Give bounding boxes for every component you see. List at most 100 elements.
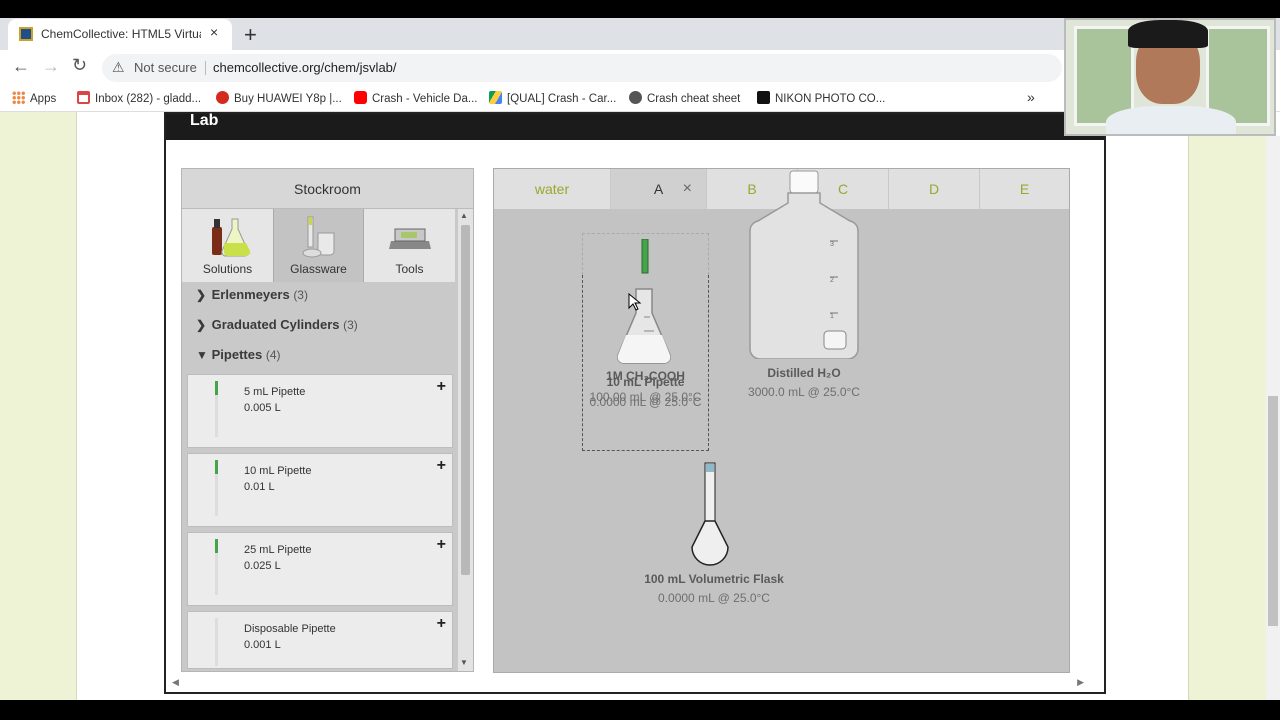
add-item-button[interactable]: + [437, 378, 446, 396]
item-name: Disposable Pipette [244, 623, 336, 635]
carboy-scale-1: 1 [830, 313, 834, 320]
divider [205, 61, 206, 75]
browser-tab[interactable]: ChemCollective: HTML5 Virtual L × [8, 19, 232, 50]
person-hair [1128, 20, 1208, 48]
reload-icon[interactable]: ↻ [72, 55, 87, 76]
lab-menubar: Lab [166, 112, 1104, 140]
horizontal-scrollbar[interactable]: ◀ ▶ [172, 675, 1084, 691]
carboy-detail: 3000.0 mL @ 25.0°C [748, 385, 860, 399]
category-name: Pipettes [211, 347, 263, 362]
bookmark-label: NIKON PHOTO CO... [775, 93, 886, 105]
add-item-button[interactable]: + [437, 536, 446, 554]
volumetric-flask-icon[interactable] [688, 461, 732, 569]
back-arrow-icon[interactable]: ← [12, 56, 30, 77]
bookmark-apps[interactable]: Apps [12, 91, 56, 105]
bookmark-label: Apps [30, 93, 57, 105]
volumetric-flask-label: 100 mL Volumetric Flask [644, 572, 784, 586]
tab-close-icon[interactable]: × [210, 24, 218, 40]
tab-label: A [653, 181, 664, 197]
tab-label: Tools [395, 262, 424, 276]
item-volume: 0.001 L [244, 639, 281, 651]
bookmark-crash-vehicle[interactable]: Crash - Vehicle Da... [354, 91, 477, 105]
bookmark-cheat-sheet[interactable]: Crash cheat sheet [629, 91, 740, 105]
item-name: 25 mL Pipette [244, 544, 312, 556]
stockroom-scrollbar-thumb[interactable] [461, 225, 470, 575]
bookmark-gmail[interactable]: Inbox (282) - gladd... [77, 91, 201, 105]
lab-logo: Lab [190, 112, 219, 129]
bookmark-qual-crash[interactable]: [QUAL] Crash - Car... [489, 91, 616, 105]
carboy-scale-3: 3 [830, 241, 834, 248]
item-volume: 0.01 L [244, 481, 275, 493]
forward-arrow-icon[interactable]: → [42, 56, 60, 77]
erlenmeyer-flask-icon[interactable] [614, 287, 674, 365]
tab-d[interactable]: D [889, 169, 980, 209]
carboy-label: Distilled H₂O [767, 366, 841, 380]
side-panel-right [1188, 136, 1268, 700]
pipette-icon [215, 381, 218, 437]
bookmark-label: [QUAL] Crash - Car... [507, 93, 617, 105]
not-secure-label[interactable]: Not secure [134, 60, 197, 75]
solutions-bottles-icon [212, 218, 251, 257]
tab-glassware[interactable]: Glassware [273, 209, 364, 282]
tab-a[interactable]: A × [611, 169, 707, 209]
list-item-disposable-pipette[interactable]: Disposable Pipette 0.001 L + [187, 611, 453, 669]
pipette-icon [215, 618, 218, 666]
page-scrollbar-thumb[interactable] [1268, 396, 1278, 626]
stockroom-title: Stockroom [182, 169, 473, 209]
category-graduated-cylinders[interactable]: ❯ Graduated Cylinders (3) [196, 317, 358, 332]
pipette-tip-icon[interactable] [638, 239, 652, 275]
tab-tools[interactable]: Tools [364, 209, 455, 282]
tab-label: Glassware [290, 262, 347, 276]
youtube-icon [354, 91, 367, 104]
nikon-icon [757, 91, 770, 104]
add-item-button[interactable]: + [437, 615, 446, 633]
item-name: 10 mL Pipette [244, 465, 312, 477]
workbench[interactable]: water A × B C D E 1M CH₃COOH 10 mL Pipet… [493, 168, 1070, 673]
list-item-25ml-pipette[interactable]: 25 mL Pipette 0.025 L + [187, 532, 453, 606]
google-drive-icon [489, 91, 502, 104]
pipette-icon [215, 539, 218, 595]
scroll-up-icon[interactable]: ▲ [460, 211, 468, 220]
chevron-right-icon: ❯ [196, 318, 207, 332]
bookmark-nikon[interactable]: NIKON PHOTO CO... [757, 91, 885, 105]
tab-close-icon[interactable]: × [683, 169, 692, 209]
glassware-icon [302, 216, 335, 258]
tab-label: Solutions [202, 262, 253, 276]
scroll-down-icon[interactable]: ▼ [460, 658, 468, 667]
gmail-icon [77, 91, 90, 104]
chevron-right-icon: ❯ [196, 288, 207, 302]
category-pipettes[interactable]: ▼ Pipettes (4) [196, 347, 281, 362]
bookmark-huawei[interactable]: Buy HUAWEI Y8p |... [216, 91, 342, 105]
category-erlenmeyers[interactable]: ❯ Erlenmeyers (3) [196, 287, 308, 302]
apps-grid-icon [12, 91, 25, 104]
chevron-down-icon: ▼ [196, 348, 208, 362]
volumetric-flask-detail: 0.0000 mL @ 25.0°C [658, 591, 770, 605]
pipette-label: 10 mL Pipette [606, 375, 685, 389]
virtual-lab: Lab Stockroom Solutions Glassware Tools … [164, 112, 1106, 694]
site-favicon-icon [19, 27, 33, 41]
new-tab-button[interactable]: + [244, 22, 257, 48]
page-scrollbar[interactable] [1266, 136, 1280, 700]
list-item-10ml-pipette[interactable]: 10 mL Pipette 0.01 L + [187, 453, 453, 527]
stockroom-panel: Stockroom Solutions Glassware Tools ▲ ▼ … [181, 168, 474, 672]
list-item-5ml-pipette[interactable]: 5 mL Pipette 0.005 L + [187, 374, 453, 448]
page-content: Lab Stockroom Solutions Glassware Tools … [0, 112, 1280, 700]
bookmark-label: Crash - Vehicle Da... [372, 93, 478, 105]
warning-icon[interactable]: ⚠ [112, 59, 125, 76]
bookmark-label: Crash cheat sheet [647, 93, 741, 105]
bookmark-label: Buy HUAWEI Y8p |... [234, 93, 342, 105]
address-bar[interactable]: ⚠ Not secure chemcollective.org/chem/jsv… [102, 54, 1062, 82]
tab-e[interactable]: E [980, 169, 1069, 209]
item-volume: 0.005 L [244, 402, 281, 414]
stockroom-scrollbar[interactable]: ▲ ▼ [458, 209, 473, 671]
url-text[interactable]: chemcollective.org/chem/jsvlab/ [213, 60, 397, 75]
add-item-button[interactable]: + [437, 457, 446, 475]
side-panel-left [0, 112, 77, 700]
bookmarks-more-icon[interactable]: » [1027, 89, 1035, 105]
scroll-right-icon[interactable]: ▶ [1077, 677, 1084, 688]
tab-water[interactable]: water [494, 169, 611, 209]
scroll-left-icon[interactable]: ◀ [172, 677, 179, 688]
water-carboy-icon[interactable] [742, 169, 862, 359]
carboy-scale-2: 2 [830, 277, 834, 284]
tab-solutions[interactable]: Solutions [182, 209, 273, 282]
